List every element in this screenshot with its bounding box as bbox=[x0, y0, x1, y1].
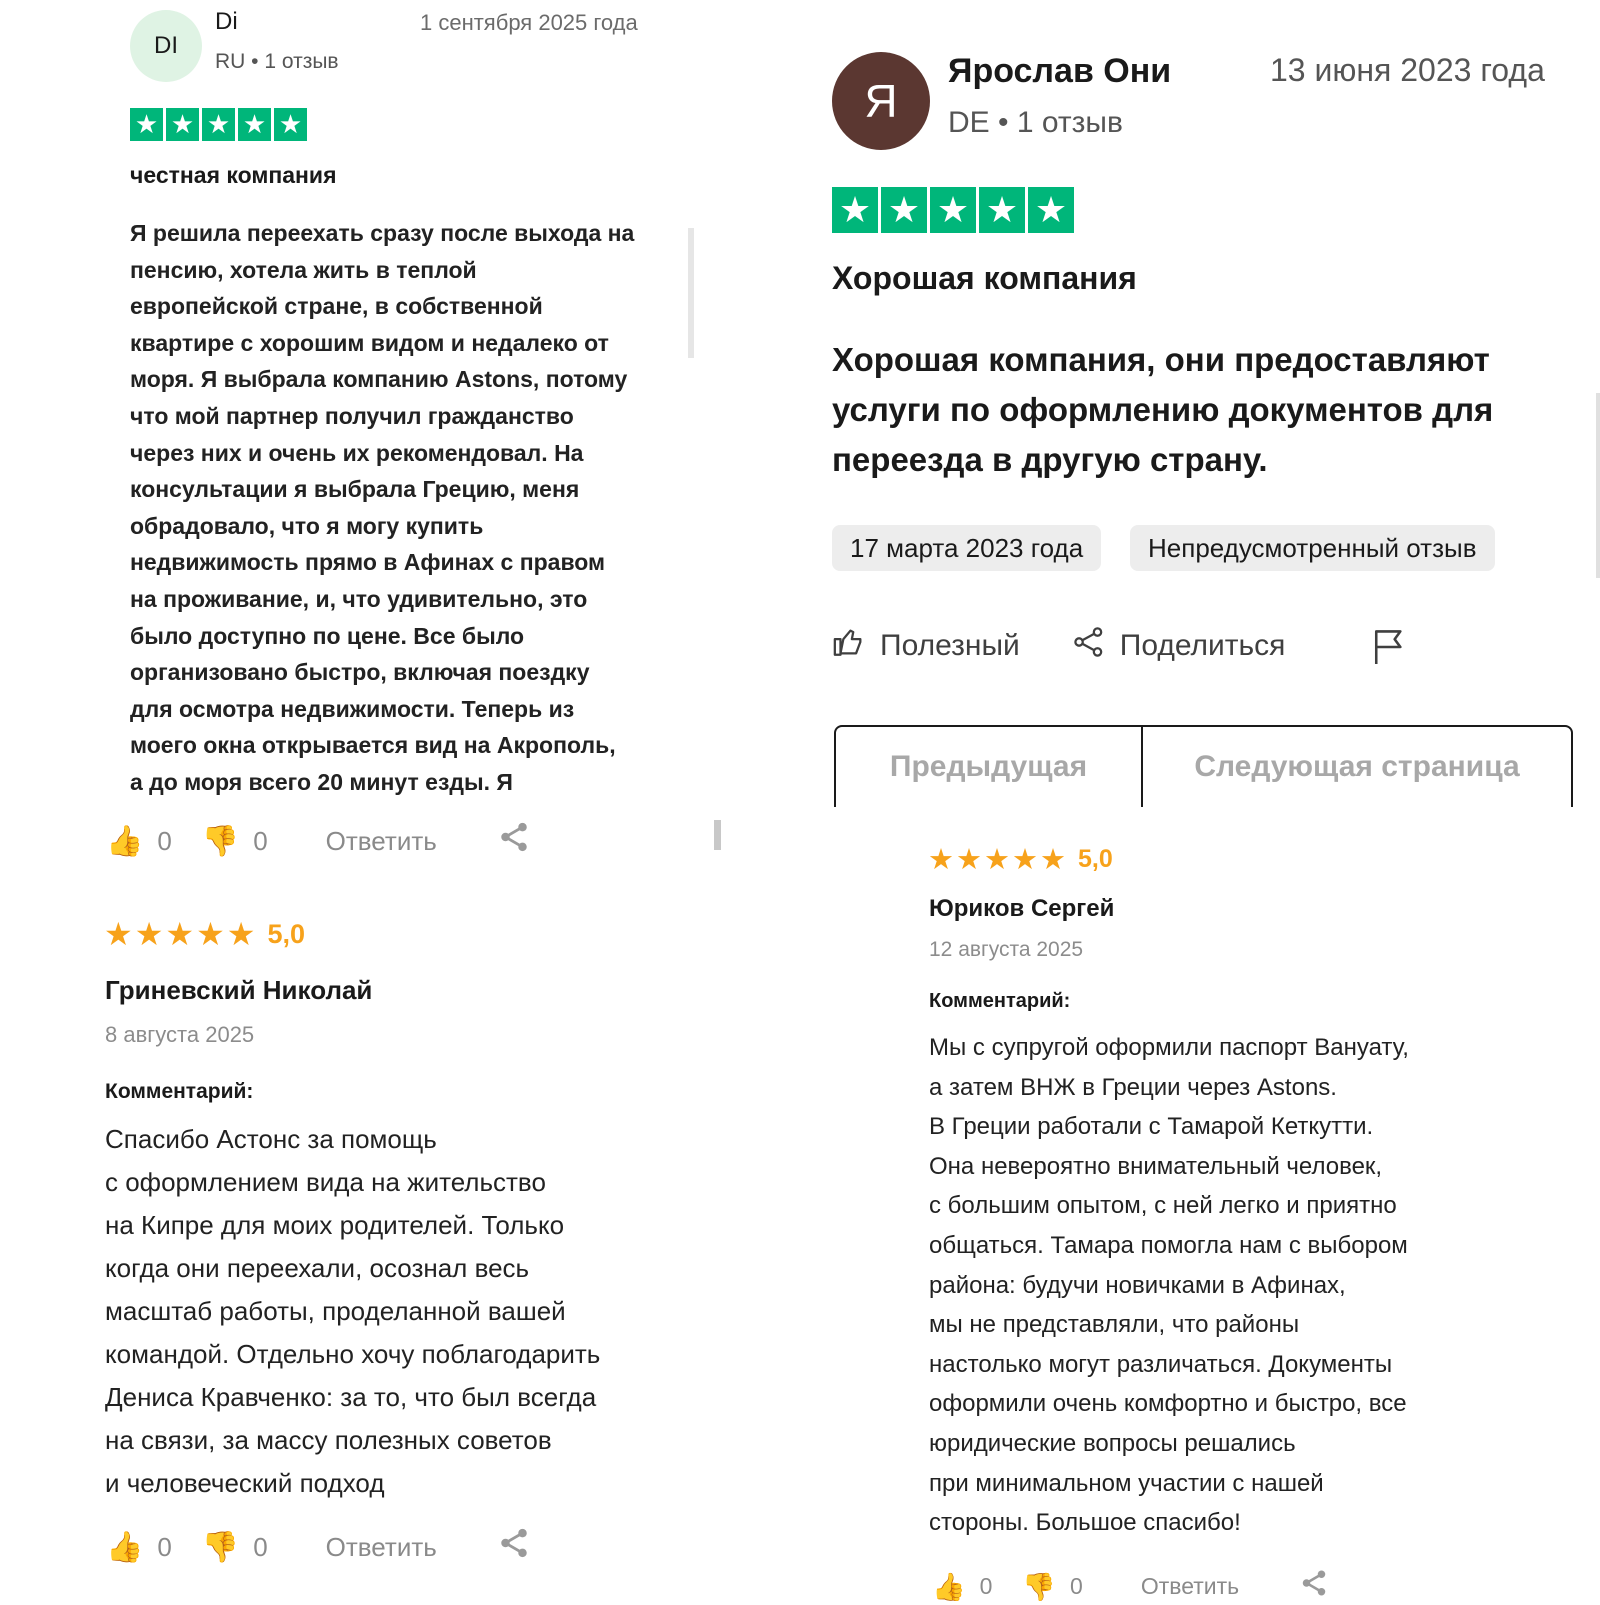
divider bbox=[714, 820, 721, 850]
pagination: Предыдущая Следующая страница bbox=[834, 725, 1573, 807]
flag-icon[interactable] bbox=[1372, 628, 1406, 666]
star-icon: ★ bbox=[130, 108, 163, 141]
dislike-count: 0 bbox=[253, 1531, 268, 1562]
star-icon: ★ bbox=[1040, 844, 1066, 876]
review-actions: 👍 0 👎 0 Ответить bbox=[106, 1526, 531, 1568]
star-icon: ★ bbox=[226, 916, 256, 952]
review-body: Спасибо Астонс за помощь с оформлением в… bbox=[105, 1124, 601, 1498]
rating-value: 5,0 bbox=[267, 918, 305, 949]
prev-page-button[interactable]: Предыдущая bbox=[836, 727, 1143, 807]
star-icon: ★ bbox=[196, 916, 225, 952]
reply-button[interactable]: Ответить bbox=[1141, 1573, 1239, 1600]
share-icon[interactable] bbox=[1299, 1568, 1329, 1605]
review-body: Хорошая компания, они предоставляют услу… bbox=[832, 341, 1494, 478]
next-page-button[interactable]: Следующая страница bbox=[1143, 727, 1571, 807]
star-icon: ★ bbox=[956, 844, 982, 876]
review-author[interactable]: Ярослав Они bbox=[948, 52, 1171, 91]
thumbs-up-icon[interactable]: 👍 bbox=[106, 824, 143, 859]
star-icon: ★ bbox=[979, 187, 1025, 233]
review-date: 1 сентября 2025 года bbox=[420, 10, 638, 35]
star-icon: ★ bbox=[165, 916, 195, 952]
rating-value: 5,0 bbox=[1078, 845, 1113, 873]
thumbs-up-icon[interactable]: 👍 bbox=[106, 1530, 143, 1565]
thumbs-down-icon[interactable]: 👎 bbox=[1022, 1571, 1056, 1603]
reply-button[interactable]: Ответить bbox=[326, 826, 437, 857]
share-icon[interactable] bbox=[497, 820, 531, 862]
star-rating: ★ ★ ★ ★ ★ bbox=[130, 108, 307, 141]
scrollbar[interactable] bbox=[688, 228, 694, 358]
star-icon: ★ bbox=[104, 916, 133, 952]
review-actions: 👍 0 👎 0 Ответить bbox=[932, 1568, 1329, 1605]
share-icon[interactable] bbox=[1072, 625, 1106, 667]
like-count: 0 bbox=[979, 1573, 993, 1599]
star-icon: ★ bbox=[832, 187, 878, 233]
review-author: Гриневский Николай bbox=[105, 975, 373, 1005]
star-icon: ★ bbox=[1028, 187, 1074, 233]
helpful-button[interactable]: Полезный bbox=[880, 629, 1020, 663]
star-icon: ★ bbox=[274, 108, 307, 141]
star-icon: ★ bbox=[166, 108, 199, 141]
dislike-count: 0 bbox=[253, 825, 268, 856]
avatar: Я bbox=[832, 52, 930, 150]
review-actions: Полезный Поделиться bbox=[832, 625, 1337, 667]
review-title: Хорошая компания bbox=[832, 260, 1137, 296]
thumbs-up-outline-icon[interactable] bbox=[832, 625, 866, 667]
review-author-meta: RU • 1 отзыв bbox=[215, 50, 339, 73]
reply-button[interactable]: Ответить bbox=[326, 1532, 437, 1563]
star-rating: ★ ★ ★ ★ ★ 5,0 bbox=[928, 842, 1113, 877]
comment-label: Комментарий: bbox=[105, 1080, 254, 1103]
review-actions: 👍 0 👎 0 Ответить bbox=[106, 820, 531, 862]
share-icon[interactable] bbox=[497, 1526, 531, 1568]
dislike-count: 0 bbox=[1070, 1573, 1083, 1599]
review-body: Я решила переехать сразу после выхода на… bbox=[130, 220, 635, 795]
star-icon: ★ bbox=[928, 844, 954, 876]
star-icon: ★ bbox=[134, 916, 164, 952]
review-type-badge: Непредусмотренный отзыв bbox=[1130, 525, 1495, 571]
star-icon: ★ bbox=[984, 844, 1010, 876]
like-count: 0 bbox=[157, 825, 172, 856]
star-icon: ★ bbox=[202, 108, 235, 141]
thumbs-down-icon[interactable]: 👎 bbox=[202, 824, 239, 859]
review-date: 12 августа 2025 bbox=[929, 938, 1084, 961]
review-date: 8 августа 2025 bbox=[105, 1022, 255, 1047]
review-author: Юриков Сергей bbox=[929, 895, 1115, 922]
thumbs-down-icon[interactable]: 👎 bbox=[202, 1530, 239, 1565]
star-icon: ★ bbox=[238, 108, 271, 141]
review-date: 13 июня 2023 года bbox=[1270, 52, 1545, 88]
star-rating: ★ ★ ★ ★ ★ bbox=[832, 187, 1074, 233]
review-author[interactable]: Di bbox=[215, 8, 238, 36]
review-title: честная компания bbox=[130, 162, 337, 188]
star-icon: ★ bbox=[1012, 844, 1038, 876]
experience-date-badge: 17 марта 2023 года bbox=[832, 525, 1102, 571]
like-count: 0 bbox=[157, 1531, 172, 1562]
review-body: Мы с супругой оформили паспорт Вануату, … bbox=[929, 1034, 1409, 1537]
review-author-meta: DE • 1 отзыв bbox=[948, 106, 1123, 139]
comment-label: Комментарий: bbox=[929, 990, 1071, 1012]
scrollbar[interactable] bbox=[1596, 393, 1600, 578]
thumbs-up-icon[interactable]: 👍 bbox=[932, 1571, 966, 1603]
star-icon: ★ bbox=[930, 187, 976, 233]
star-icon: ★ bbox=[881, 187, 927, 233]
share-button[interactable]: Поделиться bbox=[1120, 629, 1286, 663]
star-rating: ★ ★ ★ ★ ★ 5,0 bbox=[104, 915, 305, 953]
avatar: DI bbox=[130, 10, 202, 82]
